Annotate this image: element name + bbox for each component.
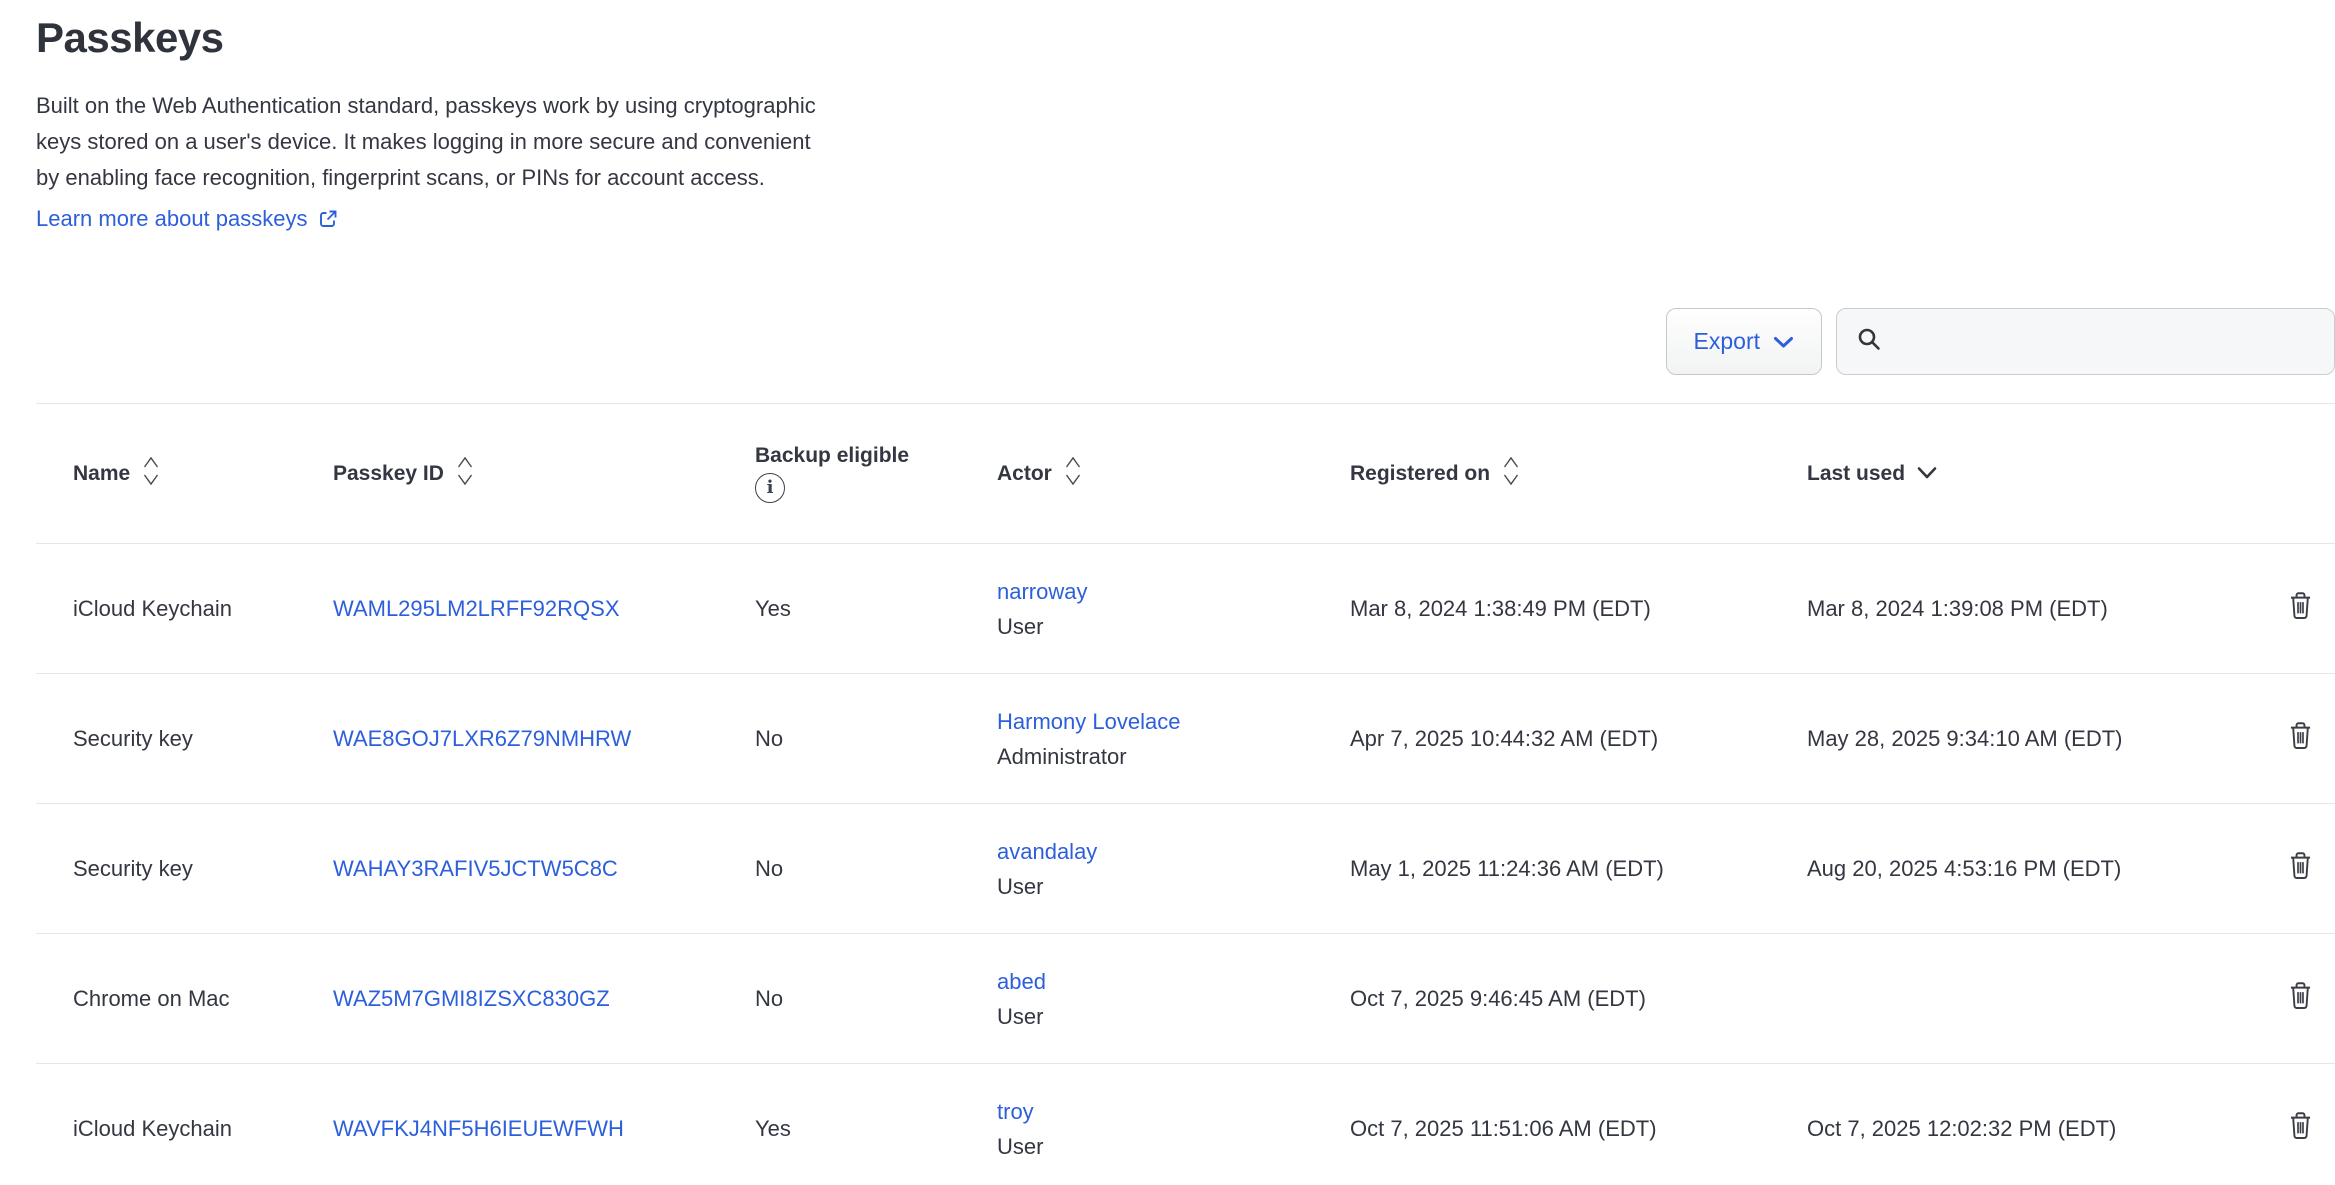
page-description: Built on the Web Authentication standard… — [36, 88, 2335, 196]
passkeys-table: Name Passkey ID — [36, 403, 2335, 1185]
backup-eligible-cell: Yes — [755, 1064, 997, 1185]
search-input[interactable] — [1883, 309, 2334, 374]
description-line: keys stored on a user's device. It makes… — [36, 124, 2335, 160]
last-used-cell — [1807, 934, 2247, 1064]
learn-more-link[interactable]: Learn more about passkeys — [36, 202, 339, 236]
search-icon — [1855, 325, 1883, 358]
actor-role: User — [997, 999, 1350, 1034]
table-row: iCloud Keychain WAML295LM2LRFF92RQSX Yes… — [36, 544, 2335, 674]
name-cell: Security key — [36, 674, 333, 804]
last-used-cell: Oct 7, 2025 12:02:32 PM (EDT) — [1807, 1064, 2247, 1185]
actor-role: User — [997, 609, 1350, 644]
actor-link[interactable]: Harmony Lovelace — [997, 709, 1180, 734]
column-label: Registered on — [1350, 462, 1490, 486]
name-cell: Security key — [36, 804, 333, 934]
actor-role: Administrator — [997, 739, 1350, 774]
name-cell: iCloud Keychain — [36, 544, 333, 674]
backup-eligible-cell: No — [755, 674, 997, 804]
backup-eligible-cell: Yes — [755, 544, 997, 674]
learn-more-label: Learn more about passkeys — [36, 202, 308, 236]
column-label: Backup eligible — [755, 444, 909, 468]
last-used-cell: Aug 20, 2025 4:53:16 PM (EDT) — [1807, 804, 2247, 934]
name-cell: iCloud Keychain — [36, 1064, 333, 1185]
column-label: Passkey ID — [333, 462, 444, 486]
backup-eligible-cell: No — [755, 804, 997, 934]
info-icon[interactable]: i — [755, 473, 785, 503]
actor-link[interactable]: narroway — [997, 579, 1087, 604]
trash-icon — [2287, 869, 2314, 884]
trash-icon — [2287, 609, 2314, 624]
export-button-label: Export — [1694, 328, 1760, 355]
name-cell: Chrome on Mac — [36, 934, 333, 1064]
last-used-cell: May 28, 2025 9:34:10 AM (EDT) — [1807, 674, 2247, 804]
trash-icon — [2287, 1129, 2314, 1144]
table-row: Security key WAHAY3RAFIV5JCTW5C8C No ava… — [36, 804, 2335, 934]
passkey-id-link[interactable]: WAVFKJ4NF5H6IEUEWFWH — [333, 1116, 624, 1141]
passkey-id-link[interactable]: WAML295LM2LRFF92RQSX — [333, 596, 620, 621]
sort-icon — [141, 454, 161, 494]
passkey-id-link[interactable]: WAZ5M7GMI8IZSXC830GZ — [333, 986, 610, 1011]
trash-icon — [2287, 739, 2314, 754]
description-line: by enabling face recognition, fingerprin… — [36, 160, 2335, 196]
column-header-actions — [2247, 404, 2335, 544]
column-header-last-used[interactable]: Last used — [1807, 404, 2247, 544]
column-label: Name — [73, 462, 130, 486]
column-header-name[interactable]: Name — [36, 404, 333, 544]
actor-role: User — [997, 1129, 1350, 1164]
description-line: Built on the Web Authentication standard… — [36, 88, 2335, 124]
table-row: Chrome on Mac WAZ5M7GMI8IZSXC830GZ No ab… — [36, 934, 2335, 1064]
search-box[interactable] — [1836, 308, 2335, 375]
table-header-row: Name Passkey ID — [36, 404, 2335, 544]
delete-passkey-button[interactable] — [2287, 850, 2314, 881]
passkeys-page: Passkeys Built on the Web Authentication… — [0, 0, 2335, 1185]
actor-link[interactable]: avandalay — [997, 839, 1097, 864]
registered-on-cell: Apr 7, 2025 10:44:32 AM (EDT) — [1350, 674, 1807, 804]
delete-passkey-button[interactable] — [2287, 980, 2314, 1011]
chevron-down-icon — [1773, 328, 1794, 355]
table-toolbar: Export — [36, 308, 2335, 375]
delete-passkey-button[interactable] — [2287, 720, 2314, 751]
trash-icon — [2287, 999, 2314, 1014]
registered-on-cell: May 1, 2025 11:24:36 AM (EDT) — [1350, 804, 1807, 934]
actor-link[interactable]: troy — [997, 1099, 1034, 1124]
column-header-passkey-id[interactable]: Passkey ID — [333, 404, 755, 544]
external-link-icon — [317, 208, 339, 230]
passkey-id-link[interactable]: WAHAY3RAFIV5JCTW5C8C — [333, 856, 618, 881]
column-header-registered-on[interactable]: Registered on — [1350, 404, 1807, 544]
column-label: Last used — [1807, 462, 1905, 486]
sort-icon — [1063, 454, 1083, 494]
last-used-cell: Mar 8, 2024 1:39:08 PM (EDT) — [1807, 544, 2247, 674]
registered-on-cell: Oct 7, 2025 9:46:45 AM (EDT) — [1350, 934, 1807, 1064]
delete-passkey-button[interactable] — [2287, 1110, 2314, 1141]
table-row: Security key WAE8GOJ7LXR6Z79NMHRW No Har… — [36, 674, 2335, 804]
delete-passkey-button[interactable] — [2287, 590, 2314, 621]
sort-descending-icon — [1916, 462, 1938, 486]
passkey-id-link[interactable]: WAE8GOJ7LXR6Z79NMHRW — [333, 726, 631, 751]
column-label: Actor — [997, 462, 1052, 486]
actor-role: User — [997, 869, 1350, 904]
column-header-backup-eligible: Backup eligible i — [755, 404, 997, 544]
sort-icon — [455, 454, 475, 494]
backup-eligible-cell: No — [755, 934, 997, 1064]
column-header-actor[interactable]: Actor — [997, 404, 1350, 544]
table-row: iCloud Keychain WAVFKJ4NF5H6IEUEWFWH Yes… — [36, 1064, 2335, 1185]
page-title: Passkeys — [36, 14, 2335, 62]
sort-icon — [1501, 454, 1521, 494]
actor-link[interactable]: abed — [997, 969, 1046, 994]
registered-on-cell: Mar 8, 2024 1:38:49 PM (EDT) — [1350, 544, 1807, 674]
export-button[interactable]: Export — [1666, 308, 1822, 375]
registered-on-cell: Oct 7, 2025 11:51:06 AM (EDT) — [1350, 1064, 1807, 1185]
